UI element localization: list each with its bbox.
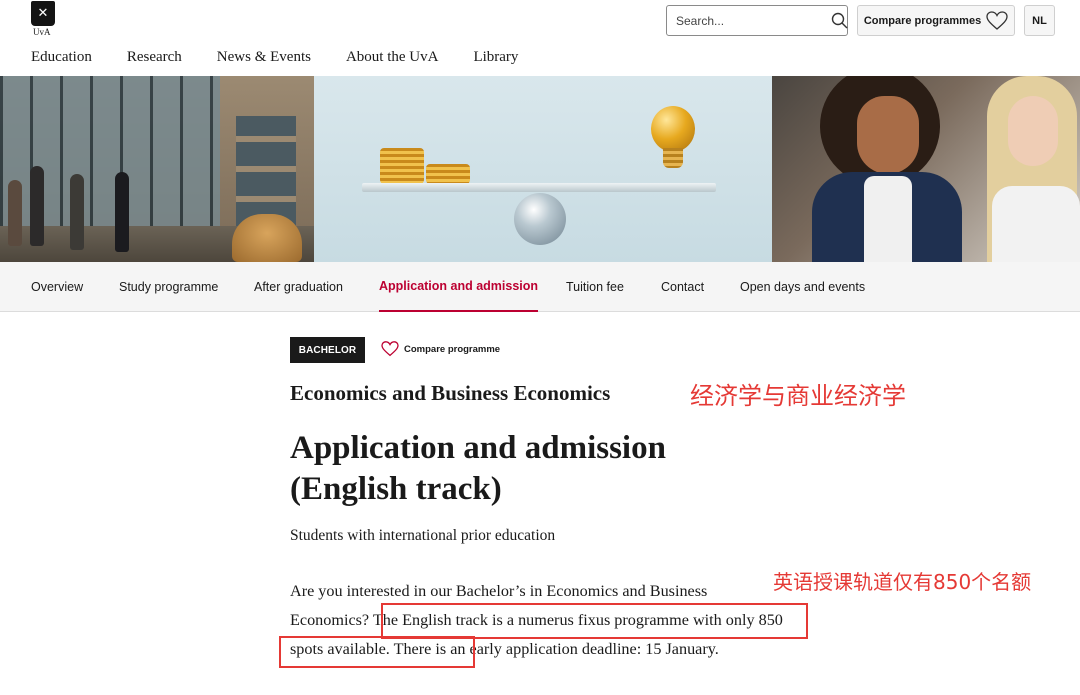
compare-programme-link[interactable]: Compare programme: [381, 341, 500, 357]
tab-application-admission[interactable]: Application and admission: [379, 262, 539, 312]
search-button[interactable]: [831, 6, 848, 35]
nav-education[interactable]: Education: [31, 49, 92, 66]
tab-open-days[interactable]: Open days and events: [740, 262, 865, 312]
hero-banner: [0, 76, 1080, 262]
uva-logo[interactable]: ✕ UvA: [31, 1, 57, 37]
nav-research[interactable]: Research: [127, 49, 182, 66]
compare-programme-label: Compare programme: [404, 343, 501, 355]
programme-type-badge: BACHELOR: [290, 337, 365, 363]
nav-about[interactable]: About the UvA: [346, 49, 439, 66]
compare-programmes-label: Compare programmes: [863, 14, 982, 27]
tab-tuition-fee[interactable]: Tuition fee: [566, 262, 624, 312]
page-subtitle: Students with international prior educat…: [290, 527, 556, 544]
annotation-highlight-box: [381, 603, 808, 639]
main-navigation: Education Research News & Events About t…: [31, 49, 553, 66]
students-photo: [772, 76, 1080, 262]
programme-name: Economics and Business Economics: [290, 381, 611, 405]
tab-overview[interactable]: Overview: [31, 262, 83, 312]
annotation-highlight-box: [279, 636, 475, 668]
annotation-programme-translation: 经济学与商业经济学: [690, 382, 906, 410]
search-input[interactable]: [667, 6, 831, 35]
nav-library[interactable]: Library: [473, 49, 518, 66]
balance-illustration: [314, 76, 772, 262]
page-title: Application and admission (English track…: [290, 430, 666, 507]
heart-icon: [986, 10, 1008, 30]
annotation-spots-note: 英语授课轨道仅有850个名额: [773, 570, 1032, 594]
uva-crest-icon: ✕: [31, 1, 55, 26]
language-switch-button[interactable]: NL: [1024, 5, 1055, 36]
tab-after-graduation[interactable]: After graduation: [254, 262, 343, 312]
heart-icon: [381, 341, 399, 357]
logo-wordmark: UvA: [33, 27, 51, 37]
compare-programmes-button[interactable]: Compare programmes: [857, 5, 1015, 36]
tab-study-programme[interactable]: Study programme: [119, 262, 218, 312]
tab-contact[interactable]: Contact: [661, 262, 704, 312]
search-icon: [831, 12, 848, 29]
campus-photo: [0, 76, 314, 262]
search-box: [666, 5, 848, 36]
nav-news-events[interactable]: News & Events: [217, 49, 311, 66]
programme-subnav: Overview Study programme After graduatio…: [0, 262, 1080, 312]
